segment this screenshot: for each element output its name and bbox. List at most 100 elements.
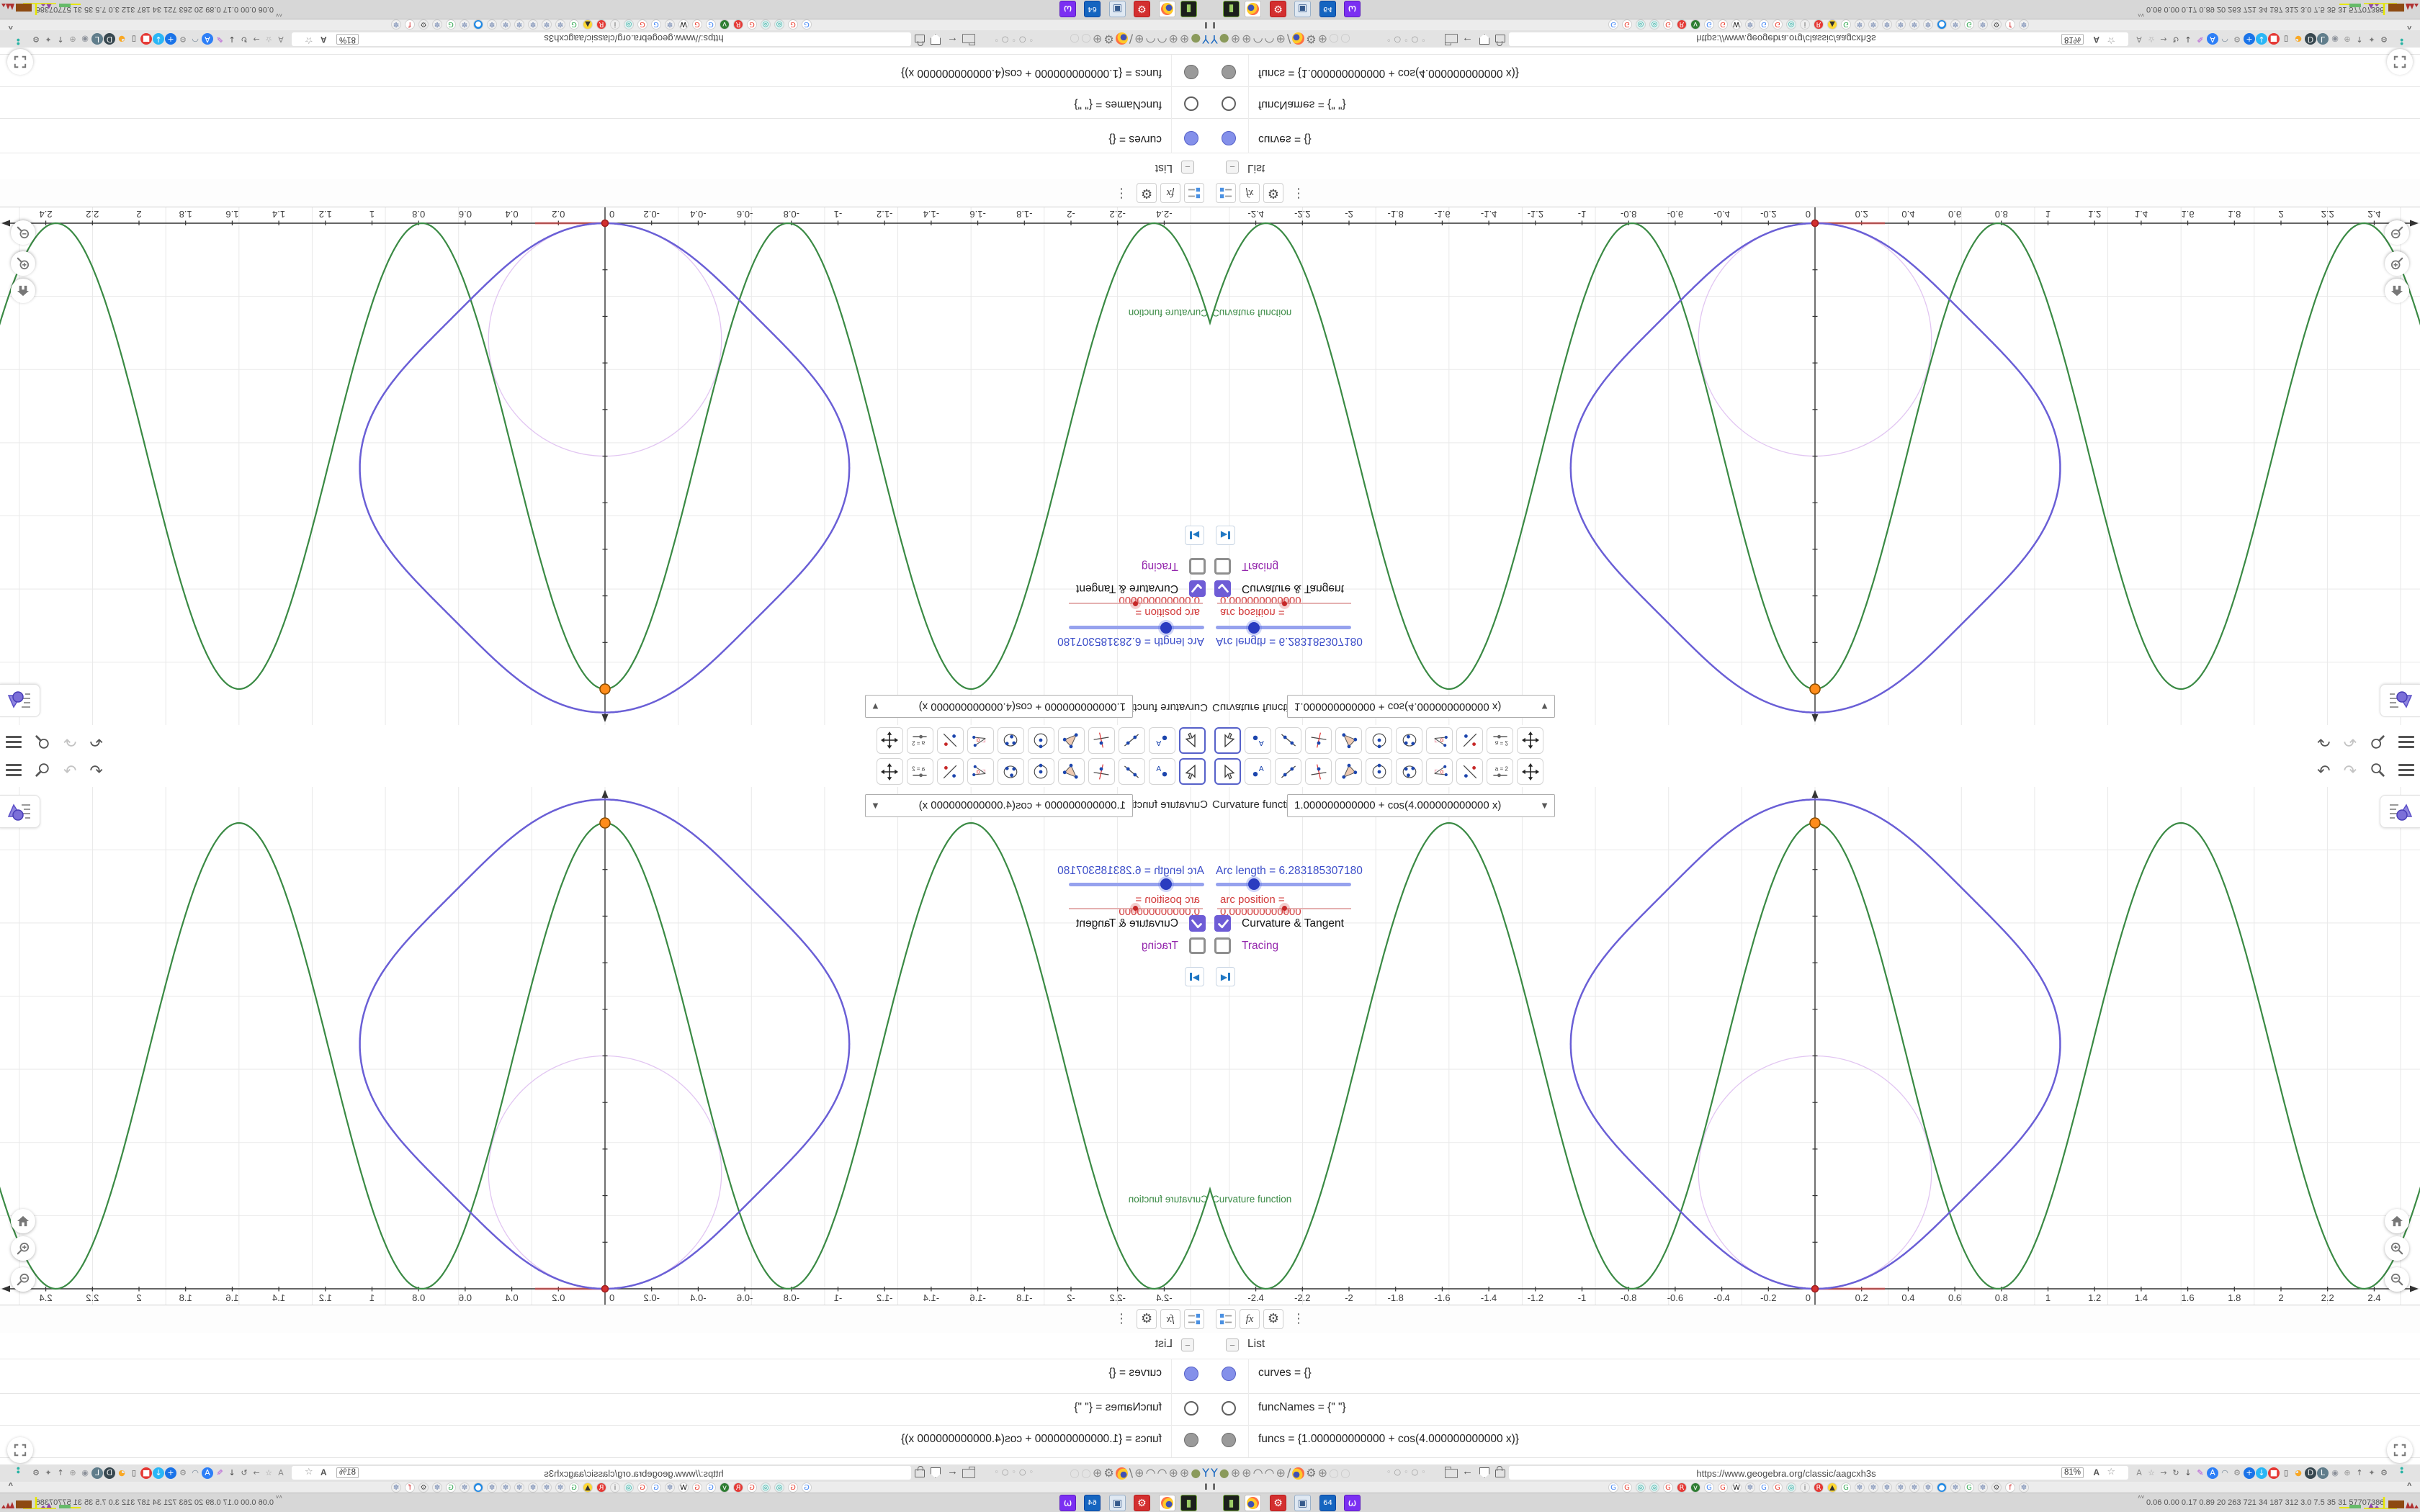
visibility-marble[interactable] [1222,131,1236,145]
favicon-icon[interactable]: ◠ [1146,1466,1156,1480]
taskbar-app-settings[interactable]: ⚙ [1134,1,1150,17]
zoom-in-button[interactable] [2385,1236,2409,1261]
algebra-more-menu-button[interactable]: ⋮ [1115,1311,1128,1326]
favicon-icon[interactable]: ⚙ [1991,1482,2002,1493]
favicon-icon[interactable]: ◎ [624,1482,634,1493]
favicon-icon[interactable]: ○ [1081,1466,1091,1480]
favicon-icon[interactable]: ■ [2268,33,2280,45]
arc-point[interactable] [1809,683,1821,695]
favicon-icon[interactable]: W [1731,19,1742,30]
favicon-icon[interactable]: G [1608,19,1618,30]
fullscreen-button[interactable] [2387,49,2413,75]
step-animation-button[interactable]: ▶ [1185,526,1204,545]
favicon-icon[interactable]: R [1814,19,1824,30]
favicon-icon[interactable]: ↻ [2170,33,2182,45]
zoom-out-button[interactable] [11,1267,35,1292]
favicon-icon[interactable]: G [1841,1482,1851,1493]
visibility-marble[interactable] [1184,96,1198,111]
favicon-icon[interactable]: ■ [140,1467,152,1479]
favicon-icon[interactable]: G [788,19,798,30]
collapsed-panel-tab[interactable] [0,684,40,717]
favicon-icon[interactable]: G [747,19,757,30]
start-point[interactable] [601,219,609,228]
favicon-icon[interactable]: ↓ [2182,33,2194,45]
favicon-icon[interactable]: W [678,19,689,30]
start-point[interactable] [1811,219,1819,228]
favicon-icon[interactable]: ↑ [2354,1467,2365,1479]
taskbar-app-firefox[interactable] [1245,1,1261,17]
favicon-icon[interactable]: L [2317,33,2329,45]
menu-button[interactable] [2398,730,2414,752]
folder-icon[interactable] [962,1469,975,1478]
favicon-icon[interactable]: ◉ [2329,1467,2341,1479]
arc-position-slider-knob[interactable] [1279,598,1290,609]
favicon-icon[interactable]: ✽ [391,19,401,30]
favicon-icon[interactable]: ◎ [1786,1482,1796,1493]
tool-move-view-button[interactable] [1517,758,1543,785]
arc-length-slider[interactable] [1069,883,1204,886]
menu-button[interactable] [2398,761,2414,783]
arc-length-slider-knob[interactable] [1158,876,1174,892]
tool-slider-button[interactable]: a = 2 [907,758,933,785]
favicon-icon[interactable]: ⊕ [1242,1467,1251,1479]
favicon-icon[interactable]: R [1814,1482,1824,1493]
favicon-icon[interactable]: f [405,19,415,30]
favicon-icon[interactable]: ↻ [238,1467,250,1479]
start-point[interactable] [601,1284,609,1293]
algebra-more-menu-button[interactable]: ⋮ [1292,1311,1305,1326]
favicon-icon[interactable]: ⊕ [1318,32,1327,46]
favicon-icon[interactable]: v [1690,1482,1700,1493]
favicon-icon[interactable]: A [275,33,287,45]
taskbar-app-display[interactable]: ▣ [1109,1,1126,17]
tool-circle-center-point-button[interactable] [1366,758,1392,785]
favicon-icon[interactable]: G [569,19,579,30]
favicon-icon[interactable]: G [706,19,716,30]
favicon-icon[interactable]: ↓ [153,1467,164,1479]
favicon-icon[interactable]: G [1608,1482,1618,1493]
favicon-icon[interactable]: G [1773,19,1783,30]
favicon-icon[interactable]: G [1663,19,1673,30]
favicon-icon[interactable]: ⊕ [1134,32,1144,46]
favicon-icon[interactable]: G [1663,1482,1673,1493]
favicon-icon[interactable]: ✽ [528,19,538,30]
bookmark-star-icon[interactable]: ☆ [2107,35,2115,45]
algebra-more-menu-button[interactable]: ⋮ [1115,186,1128,201]
favicon-icon[interactable]: ✽ [514,19,524,30]
collapse-list-button[interactable]: − [1181,1338,1194,1351]
chevron-up-icon[interactable]: ^ [2407,1482,2411,1490]
favicon-icon[interactable]: R [596,19,606,30]
favicon-icon[interactable]: G [1964,1482,1974,1493]
algebra-tree-view-button[interactable] [1216,183,1236,203]
taskbar-app-display[interactable]: ▣ [1294,1,1311,17]
favicon-icon[interactable]: G [651,1482,661,1493]
favicon-icon[interactable]: → [2158,33,2169,45]
back-arrow-icon[interactable]: ← [1462,1465,1473,1477]
tool-conic-button[interactable] [1396,727,1422,754]
arc-length-slider[interactable] [1216,626,1351,629]
favicon-icon[interactable]: ✽ [432,19,442,30]
favicon-icon[interactable]: ☆ [263,33,274,45]
tool-polygon-button[interactable] [1335,727,1362,754]
algebra-row-funcs[interactable]: funcs = {1.000000000000 + cos(4.00000000… [0,55,1210,87]
algebra-settings-button[interactable]: ⚙ [1137,1309,1157,1329]
favicon-icon[interactable]: ◠ [1253,1467,1263,1479]
arc-length-slider-knob[interactable] [1246,620,1262,636]
favicon-icon[interactable]: ◕ [2293,33,2304,45]
page-zoom-badge[interactable]: 81% [336,1467,359,1478]
algebra-fx-style-button[interactable]: fx [1160,183,1180,203]
algebra-tree-view-button[interactable] [1184,183,1204,203]
favicon-icon[interactable]: G [637,1482,647,1493]
search-button[interactable] [2370,731,2385,750]
favicon-icon[interactable]: G [706,1482,716,1493]
favicon-icon[interactable]: ✦ [42,33,54,45]
step-animation-button[interactable]: ▶ [1216,967,1235,986]
favicon-icon[interactable]: ● [1219,32,1229,46]
favicon-icon[interactable]: D [104,33,115,45]
favicon-icon[interactable]: ✽ [542,19,552,30]
chevron-up-icon[interactable]: ^ [9,22,13,30]
tool-move-button[interactable] [1179,758,1206,785]
favicon-icon[interactable]: ✽ [1909,1482,1919,1493]
favicon-icon[interactable] [1292,1467,1305,1480]
page-zoom-badge[interactable]: 81% [336,34,359,45]
arc-length-slider[interactable] [1216,883,1351,886]
